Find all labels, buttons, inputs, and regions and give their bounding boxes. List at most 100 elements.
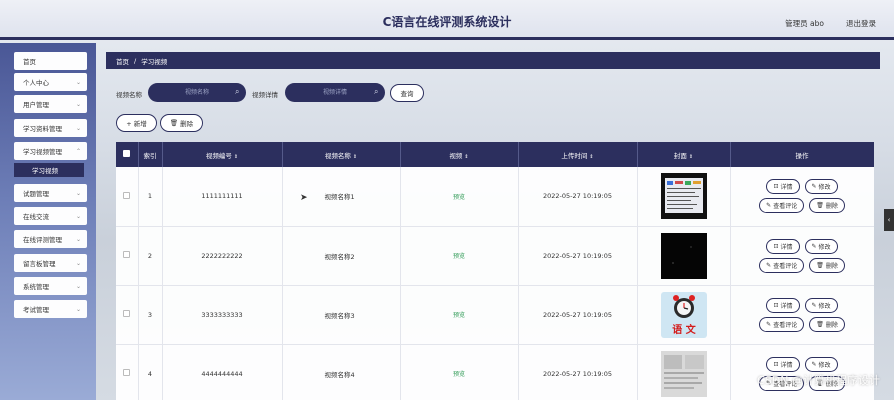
sort-icon: ⇕ [464, 153, 469, 160]
column-header-cover[interactable]: 封面 ⇕ [637, 142, 731, 167]
chevron-down-icon: ⌄ [75, 100, 81, 108]
sidebar-item-exams[interactable]: 考试管理 ⌄ [14, 300, 87, 318]
sidebar-item-materials[interactable]: 学习资料管理 ⌄ [14, 119, 87, 137]
sidebar-item-label: 留言板管理 [23, 260, 56, 268]
edit-icon: ✎ [811, 242, 817, 250]
sidebar-item-videos[interactable]: 学习视频管理 ⌃ [14, 142, 87, 160]
video-preview-link[interactable]: 预览 [453, 371, 465, 378]
edit-icon: ✎ [811, 360, 817, 368]
detail-button[interactable]: ⊡ 详情 [766, 297, 800, 313]
sidebar-subitem-videos[interactable]: 学习视频 [14, 163, 84, 177]
sidebar-item-label: 个人中心 [23, 79, 49, 87]
detail-button[interactable]: ⊡ 详情 [766, 356, 800, 372]
row-name: 视频名称3 [282, 285, 401, 345]
cover-image[interactable] [660, 232, 707, 279]
watermark: CSDN @计算机程序设计 [757, 374, 880, 387]
sidebar-item-users[interactable]: 用户管理 ⌄ [14, 95, 87, 113]
row-time: 2022-05-27 10:19:05 [518, 167, 638, 227]
sidebar-item-home[interactable]: 首页 [14, 52, 87, 70]
cover-text: 语 文 [672, 323, 696, 336]
row-index: 1 [138, 167, 163, 227]
video-preview-link[interactable]: 预览 [453, 194, 465, 201]
sidebar-item-messages[interactable]: 留言板管理 ⌄ [14, 254, 87, 272]
sidebar-item-label: 首页 [23, 58, 36, 66]
sidebar-item-questions[interactable]: 试题管理 ⌄ [14, 184, 87, 202]
video-name-input[interactable] [148, 83, 246, 102]
view-comments-button[interactable]: ✎ 查看评论 [759, 316, 805, 332]
mouse-cursor-icon: ➤ [300, 193, 308, 203]
view-comments-button[interactable]: ✎ 查看评论 [759, 198, 805, 214]
edit-icon: ✎ [811, 301, 817, 309]
row-checkbox[interactable] [123, 310, 131, 317]
row-checkbox[interactable] [123, 251, 131, 258]
column-header-name[interactable]: 视频名称 ⇕ [282, 142, 401, 167]
sidebar-item-profile[interactable]: 个人中心 ⌄ [14, 73, 87, 91]
cover-image[interactable] [660, 173, 707, 220]
detail-button[interactable]: ⊡ 详情 [766, 238, 800, 254]
batch-delete-button[interactable]: 🗑 删除 [160, 114, 203, 132]
breadcrumb-home[interactable]: 首页 [116, 56, 129, 66]
delete-button[interactable]: 🗑 删除 [809, 198, 845, 214]
chevron-left-icon: ‹ [887, 216, 891, 224]
collapse-toggle[interactable]: ‹ [884, 209, 894, 231]
query-button[interactable]: 查询 [390, 84, 424, 102]
column-header-time[interactable]: 上传时间 ⇕ [518, 142, 638, 167]
trash-icon: 🗑 [816, 202, 824, 210]
sort-icon: ⇕ [233, 153, 239, 160]
cover-image[interactable]: 语 文 [660, 291, 707, 338]
cover-image[interactable] [660, 350, 707, 397]
video-preview-link[interactable]: 预览 [453, 312, 465, 319]
edit-button[interactable]: ✎ 修改 [804, 238, 838, 254]
row-code: 1111111111 [162, 167, 283, 227]
delete-button[interactable]: 🗑 删除 [809, 257, 845, 273]
add-button[interactable]: + 新增 [116, 114, 157, 132]
column-header-video[interactable]: 视频 ⇕ [400, 142, 519, 167]
edit-icon: ✎ [766, 320, 772, 328]
header-select-all[interactable] [116, 142, 139, 167]
trash-icon: 🗑 [816, 261, 824, 269]
sidebar-item-label: 系统管理 [23, 283, 49, 291]
edit-button[interactable]: ✎ 修改 [804, 356, 838, 372]
chevron-down-icon: ⌄ [75, 189, 81, 197]
trash-icon: 🗑 [816, 320, 824, 328]
sidebar-item-chat[interactable]: 在线交流 ⌄ [14, 207, 87, 225]
sidebar-item-label: 用户管理 [23, 101, 49, 109]
search-icon: ⌕ [374, 87, 379, 96]
cover-cell [637, 226, 731, 286]
video-detail-input[interactable] [285, 83, 385, 102]
video-table: 索引 视频编号 ⇕ 视频名称 ⇕ 视频 ⇕ 上传时间 ⇕ 封面 ⇕ 操作 1 111111… [116, 142, 874, 400]
cover-cell: 语 文 [637, 285, 731, 345]
top-header: C语言在线评测系统设计 管理员 abo 退出登录 [0, 0, 894, 40]
sidebar-item-label: 考试管理 [23, 306, 49, 314]
row-index: 4 [138, 344, 163, 400]
breadcrumb-current: 学习视频 [141, 57, 168, 66]
edit-button[interactable]: ✎ 修改 [804, 297, 838, 313]
sidebar-item-system[interactable]: 系统管理 ⌄ [14, 277, 87, 295]
edit-button[interactable]: ✎ 修改 [804, 179, 838, 195]
trash-icon: 🗑 [169, 119, 179, 127]
sort-icon: ⇕ [589, 153, 594, 160]
batch-delete-label: 删除 [180, 120, 194, 128]
logout-link[interactable]: 退出登录 [846, 18, 876, 29]
video-name-label: 视频名称 [116, 91, 142, 99]
row-time: 2022-05-27 10:19:05 [518, 226, 638, 286]
chevron-down-icon: ⌄ [75, 124, 81, 132]
row-index: 2 [138, 226, 163, 286]
row-checkbox[interactable] [123, 191, 131, 199]
chevron-down-icon: ⌄ [75, 259, 81, 267]
delete-button[interactable]: 🗑 删除 [809, 316, 845, 332]
chevron-down-icon: ⌄ [75, 78, 81, 86]
row-code: 4444444444 [162, 344, 283, 400]
search-icon: ⌕ [235, 87, 240, 96]
detail-icon: ⊡ [773, 301, 779, 309]
row-checkbox[interactable] [123, 369, 131, 376]
detail-button[interactable]: ⊡ 详情 [766, 179, 800, 195]
checkbox[interactable] [123, 150, 131, 157]
chevron-up-icon: ⌃ [75, 147, 81, 155]
sidebar-item-evaluation[interactable]: 在线评测管理 ⌄ [14, 230, 87, 248]
column-header-code[interactable]: 视频编号 ⇕ [162, 142, 283, 167]
view-comments-button[interactable]: ✎ 查看评论 [759, 257, 805, 273]
cover-cell [637, 344, 731, 400]
video-preview-link[interactable]: 预览 [453, 253, 465, 260]
column-header-index: 索引 [138, 142, 163, 167]
